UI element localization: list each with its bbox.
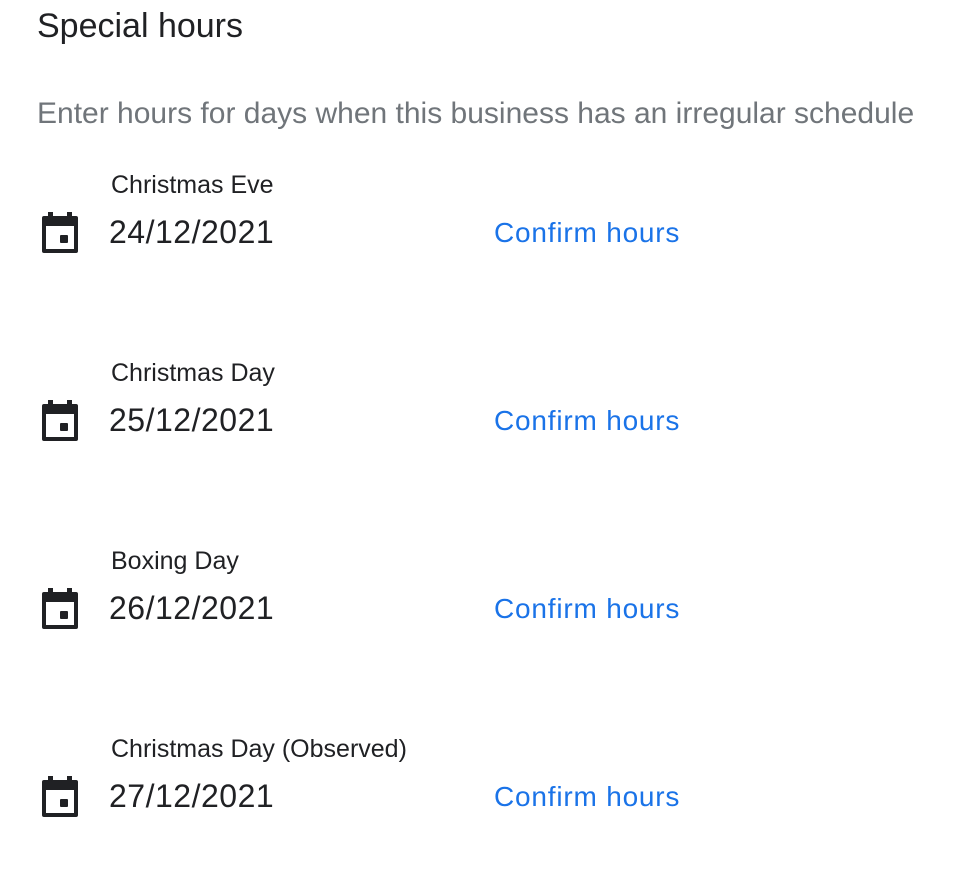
special-hours-entry: Christmas Day (Observed) 27/12/2021 Conf… [0,732,974,872]
date-field[interactable]: 25/12/2021 [109,400,274,440]
confirm-hours-button[interactable]: Confirm hours [494,403,680,439]
calendar-icon [42,400,78,441]
date-field[interactable]: 27/12/2021 [109,776,274,816]
page-subtitle: Enter hours for days when this business … [37,97,915,130]
calendar-icon [42,212,78,253]
holiday-name: Christmas Day (Observed) [111,735,407,763]
calendar-icon [42,588,78,629]
date-field[interactable]: 26/12/2021 [109,588,274,628]
holiday-name: Boxing Day [111,547,239,575]
holiday-name: Christmas Day [111,359,275,387]
special-hours-entry: Christmas Eve 24/12/2021 Confirm hours [0,168,974,308]
holiday-name: Christmas Eve [111,171,274,199]
confirm-hours-button[interactable]: Confirm hours [494,215,680,251]
confirm-hours-button[interactable]: Confirm hours [494,779,680,815]
calendar-icon [42,776,78,817]
page-title: Special hours [37,7,244,45]
confirm-hours-button[interactable]: Confirm hours [494,591,680,627]
special-hours-entry: Boxing Day 26/12/2021 Confirm hours [0,544,974,684]
date-field[interactable]: 24/12/2021 [109,212,274,252]
special-hours-entry: Christmas Day 25/12/2021 Confirm hours [0,356,974,496]
